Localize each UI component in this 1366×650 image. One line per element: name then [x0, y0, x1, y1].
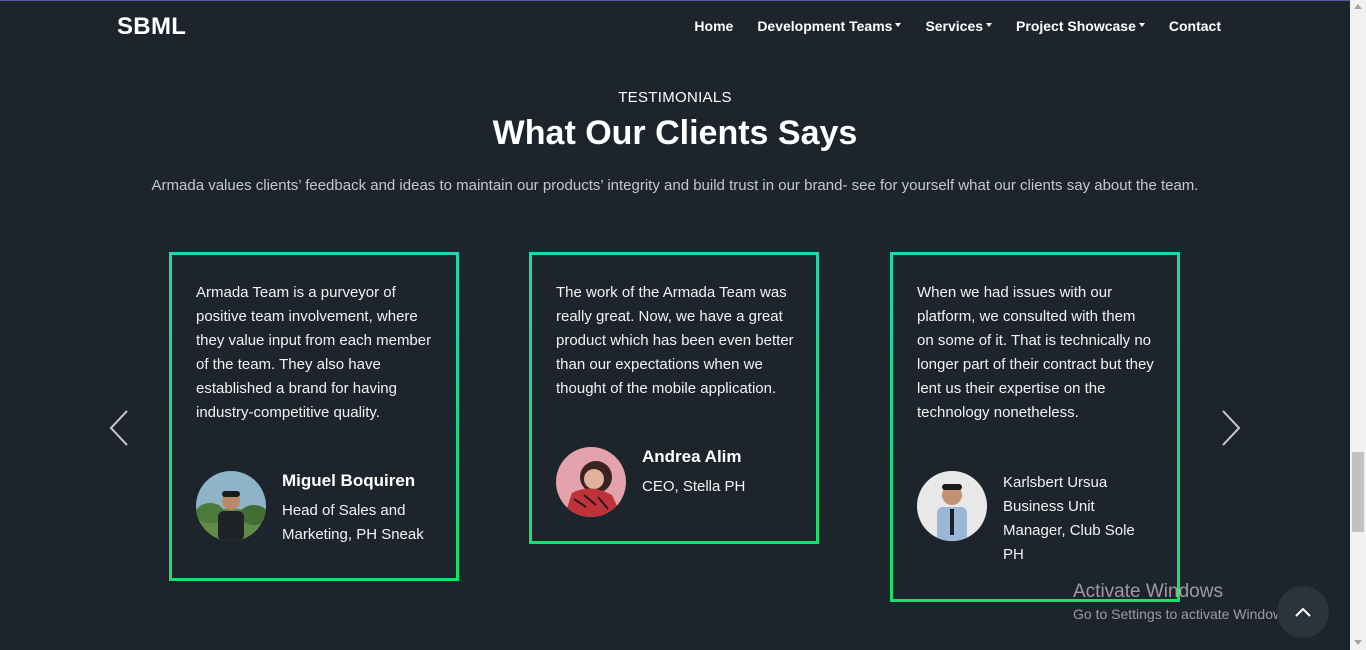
nav-contact-label: Contact [1168, 18, 1221, 34]
caret-down-icon [986, 23, 993, 27]
scroll-down-arrow-icon[interactable] [1354, 640, 1362, 645]
caret-down-icon [895, 23, 902, 27]
scrollbar-track[interactable] [1350, 0, 1366, 650]
client-info: Andrea Alim CEO, Stella PH [556, 447, 745, 517]
nav-services-label: Services [925, 18, 984, 34]
client-avatar [917, 471, 987, 541]
client-line: Manager, Club Sole [1003, 522, 1135, 539]
nav-project-showcase[interactable]: Project Showcase [1016, 18, 1145, 34]
section-subtitle: Armada values clients’ feedback and idea… [151, 177, 1199, 194]
nav-project-showcase-label: Project Showcase [1016, 18, 1136, 34]
client-info: Miguel Boquiren Head of Sales and Market… [196, 471, 442, 547]
section-eyebrow: TESTIMONIALS [618, 89, 732, 106]
back-to-top-button[interactable] [1277, 586, 1329, 638]
testimonial-card: Armada Team is a purveyor of positive te… [169, 252, 459, 581]
client-role: CEO, Stella PH [642, 478, 746, 495]
client-name: Miguel Boquiren [282, 471, 416, 490]
watermark-title: Activate Windows [1073, 581, 1223, 602]
nav-contact[interactable]: Contact [1169, 18, 1221, 34]
brand-logo[interactable]: SBML [117, 13, 186, 41]
nav-development-teams-label: Development Teams [757, 18, 893, 34]
client-details: Miguel Boquiren Head of Sales and Market… [282, 471, 442, 547]
scroll-up-arrow-icon[interactable] [1354, 4, 1362, 9]
main-nav: Home Development Teams Services Project … [694, 18, 1221, 34]
scrollbar-thumb[interactable] [1352, 452, 1364, 532]
client-avatar [196, 471, 266, 541]
client-details: Karlsbert Ursua Business Unit Manager, C… [1003, 471, 1135, 567]
chevron-left-icon[interactable] [108, 409, 130, 447]
client-name: Andrea Alim [642, 447, 742, 466]
client-avatar [556, 447, 626, 517]
client-line: PH [1003, 546, 1024, 563]
client-info: Karlsbert Ursua Business Unit Manager, C… [917, 471, 1135, 567]
navbar: SBML Home Development Teams Services Pro… [0, 1, 1350, 51]
testimonial-card: The work of the Armada Team was really g… [529, 252, 819, 544]
nav-home[interactable]: Home [694, 18, 733, 34]
client-line: Karlsbert Ursua [1003, 474, 1108, 491]
nav-home-label: Home [694, 18, 734, 34]
client-role: Head of Sales and Marketing, PH Sneak [282, 502, 424, 543]
testimonial-text: The work of the Armada Team was really g… [556, 284, 794, 397]
nav-services[interactable]: Services [925, 18, 993, 34]
testimonial-text: Armada Team is a purveyor of positive te… [196, 284, 432, 421]
chevron-up-icon [1295, 607, 1311, 617]
windows-activation-watermark: Activate Windows Go to Settings to activ… [1073, 581, 1294, 622]
testimonial-text: When we had issues with our platform, we… [917, 284, 1154, 421]
section-title: What Our Clients Says [492, 114, 858, 152]
testimonial-card: When we had issues with our platform, we… [890, 252, 1180, 602]
client-line: Business Unit [1003, 498, 1095, 515]
caret-down-icon [1138, 23, 1145, 27]
watermark-subtitle: Go to Settings to activate Windows. [1073, 606, 1294, 622]
nav-development-teams[interactable]: Development Teams [757, 18, 902, 34]
chevron-right-icon[interactable] [1220, 409, 1242, 447]
client-details: Andrea Alim CEO, Stella PH [642, 447, 745, 517]
